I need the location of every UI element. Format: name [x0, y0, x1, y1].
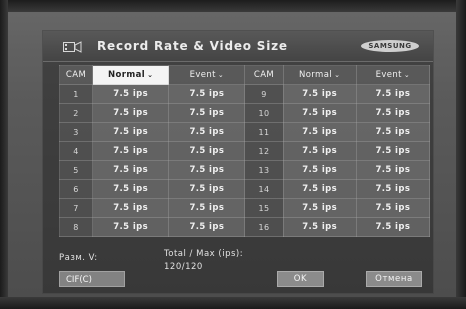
event-rate-cell[interactable]: 7.5 ips [355, 179, 431, 199]
title-bar: Record Rate & Video Size SAMSUNG [43, 31, 433, 62]
event-rate-cell[interactable]: 7.5 ips [168, 160, 246, 180]
header-cam-left: CAM [58, 65, 94, 85]
event-rate-cell[interactable]: 7.5 ips [168, 84, 246, 104]
chevron-down-icon: ⌄ [403, 71, 411, 79]
header-cam-right: CAM [244, 65, 284, 85]
record-rate-table: CAM Normal ⌄ Event ⌄ CAM Normal ⌄ Event ⌄ [58, 65, 431, 237]
total-max-label: Total / Max (ips): [164, 249, 244, 259]
event-rate-cell[interactable]: 7.5 ips [168, 198, 246, 218]
cam-number-cell: 4 [58, 141, 94, 161]
event-rate-cell[interactable]: 7.5 ips [168, 103, 246, 123]
event-rate-cell[interactable]: 7.5 ips [355, 84, 431, 104]
event-rate-cell[interactable]: 7.5 ips [355, 141, 431, 161]
cam-number-cell: 7 [58, 198, 94, 218]
normal-rate-cell[interactable]: 7.5 ips [282, 103, 357, 123]
monitor-bezel-top [0, 0, 466, 12]
cam-number-cell: 3 [58, 122, 94, 142]
header-event-left-label: Event [189, 70, 216, 80]
normal-rate-cell[interactable]: 7.5 ips [282, 198, 357, 218]
camera-film-icon [63, 39, 83, 53]
cam-number-cell: 1 [58, 84, 94, 104]
cam-number-cell: 16 [244, 217, 284, 237]
event-rate-cell[interactable]: 7.5 ips [168, 141, 246, 161]
record-rate-dialog: Record Rate & Video Size SAMSUNG CAM Nor… [42, 30, 434, 294]
normal-rate-cell[interactable]: 7.5 ips [282, 122, 357, 142]
event-rate-cell[interactable]: 7.5 ips [355, 122, 431, 142]
cam-number-cell: 12 [244, 141, 284, 161]
table-row: 7 7.5 ips 7.5 ips 15 7.5 ips 7.5 ips [58, 198, 431, 218]
dialog-title: Record Rate & Video Size [97, 39, 288, 53]
cam-number-cell: 13 [244, 160, 284, 180]
monitor-bezel-bottom [0, 297, 466, 309]
table-row: 4 7.5 ips 7.5 ips 12 7.5 ips 7.5 ips [58, 141, 431, 161]
cam-number-cell: 11 [244, 122, 284, 142]
table-row: 6 7.5 ips 7.5 ips 14 7.5 ips 7.5 ips [58, 179, 431, 199]
header-normal-right-label: Normal [298, 70, 333, 80]
cam-number-cell: 14 [244, 179, 284, 199]
header-event-left[interactable]: Event ⌄ [168, 65, 246, 85]
normal-rate-cell[interactable]: 7.5 ips [282, 84, 357, 104]
table-row: 3 7.5 ips 7.5 ips 11 7.5 ips 7.5 ips [58, 122, 431, 142]
normal-rate-cell[interactable]: 7.5 ips [92, 160, 170, 180]
normal-rate-cell[interactable]: 7.5 ips [92, 84, 170, 104]
ok-button[interactable]: OK [277, 271, 324, 287]
total-max-value: 120/120 [164, 262, 203, 272]
video-size-select[interactable]: CIF(C) [59, 271, 125, 287]
cam-number-cell: 10 [244, 103, 284, 123]
normal-rate-cell[interactable]: 7.5 ips [282, 141, 357, 161]
header-normal-right[interactable]: Normal ⌄ [282, 65, 357, 85]
monitor-bezel-left [0, 0, 8, 309]
table-row: 1 7.5 ips 7.5 ips 9 7.5 ips 7.5 ips [58, 84, 431, 104]
header-normal-left-label: Normal [108, 70, 146, 80]
header-normal-left[interactable]: Normal ⌄ [92, 65, 170, 85]
normal-rate-cell[interactable]: 7.5 ips [92, 217, 170, 237]
header-event-right-label: Event [375, 70, 402, 80]
event-rate-cell[interactable]: 7.5 ips [355, 217, 431, 237]
video-size-label: Разм. V: [59, 253, 98, 263]
chevron-down-icon: ⌄ [217, 71, 225, 79]
normal-rate-cell[interactable]: 7.5 ips [92, 141, 170, 161]
table-row: 5 7.5 ips 7.5 ips 13 7.5 ips 7.5 ips [58, 160, 431, 180]
cam-number-cell: 8 [58, 217, 94, 237]
header-event-right[interactable]: Event ⌄ [355, 65, 431, 85]
cam-number-cell: 2 [58, 103, 94, 123]
normal-rate-cell[interactable]: 7.5 ips [282, 217, 357, 237]
event-rate-cell[interactable]: 7.5 ips [168, 122, 246, 142]
table-row: 8 7.5 ips 7.5 ips 16 7.5 ips 7.5 ips [58, 217, 431, 237]
chevron-down-icon: ⌄ [334, 71, 341, 79]
cam-number-cell: 5 [58, 160, 94, 180]
cam-number-cell: 15 [244, 198, 284, 218]
dvr-screen: Record Rate & Video Size SAMSUNG CAM Nor… [0, 0, 466, 309]
event-rate-cell[interactable]: 7.5 ips [168, 217, 246, 237]
normal-rate-cell[interactable]: 7.5 ips [282, 179, 357, 199]
monitor-bezel-right [456, 0, 466, 309]
event-rate-cell[interactable]: 7.5 ips [355, 103, 431, 123]
chevron-down-icon: ⌄ [147, 71, 154, 79]
cam-number-cell: 9 [244, 84, 284, 104]
event-rate-cell[interactable]: 7.5 ips [168, 179, 246, 199]
table-header-row: CAM Normal ⌄ Event ⌄ CAM Normal ⌄ Event ⌄ [58, 65, 431, 85]
normal-rate-cell[interactable]: 7.5 ips [92, 103, 170, 123]
table-row: 2 7.5 ips 7.5 ips 10 7.5 ips 7.5 ips [58, 103, 431, 123]
normal-rate-cell[interactable]: 7.5 ips [92, 179, 170, 199]
normal-rate-cell[interactable]: 7.5 ips [92, 122, 170, 142]
cam-number-cell: 6 [58, 179, 94, 199]
event-rate-cell[interactable]: 7.5 ips [355, 160, 431, 180]
event-rate-cell[interactable]: 7.5 ips [355, 198, 431, 218]
samsung-logo: SAMSUNG [361, 40, 419, 52]
cancel-button[interactable]: Отмена [366, 271, 422, 287]
normal-rate-cell[interactable]: 7.5 ips [282, 160, 357, 180]
normal-rate-cell[interactable]: 7.5 ips [92, 198, 170, 218]
